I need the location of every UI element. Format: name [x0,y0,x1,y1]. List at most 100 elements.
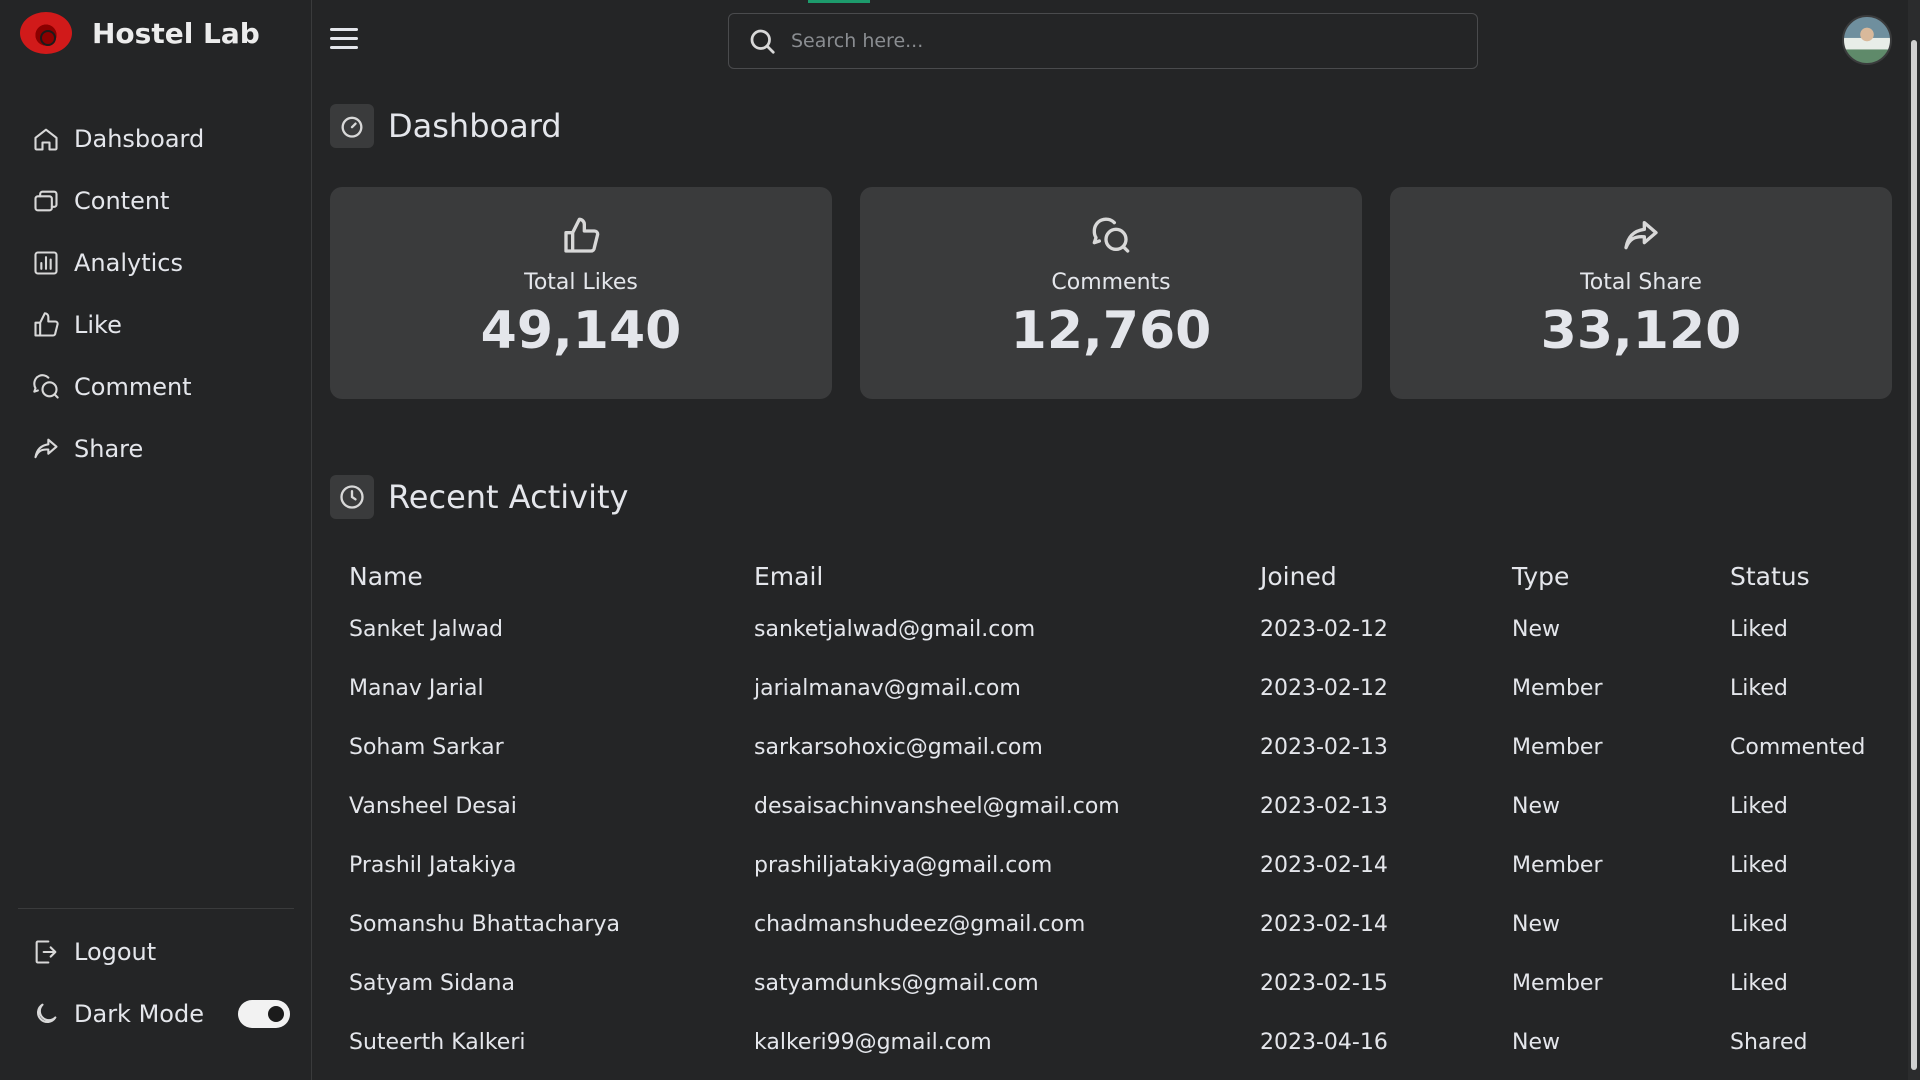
cell-status: Liked [1730,617,1788,642]
stat-value: 33,120 [1540,301,1742,361]
sidebar-item-dashboard[interactable]: Dahsboard [0,108,312,170]
comment-icon [1092,217,1130,253]
cell-joined: 2023-02-14 [1260,912,1388,937]
cell-status: Liked [1730,853,1788,878]
table-row[interactable]: Sanket Jalwad sanketjalwad@gmail.com 2023-… [330,600,1890,659]
app-name: Hostel Lab [92,16,260,50]
cell-joined: 2023-02-15 [1260,971,1388,996]
dark-mode-toggle[interactable] [238,1000,290,1028]
sidebar-item-label: Comment [74,373,192,401]
cell-status: Shared [1730,1030,1808,1055]
table-row[interactable]: Vansheel Desai desaisachinvansheel@gmail.… [330,777,1890,836]
cell-type: New [1512,1030,1560,1055]
column-header: Status [1730,561,1810,591]
stat-value: 12,760 [1010,301,1212,361]
cell-name: Suteerth Kalkeri [349,1030,526,1055]
table-row[interactable]: Prashil Jatakiya prashiljatakiya@gmail.co… [330,836,1890,895]
sidebar-item-label: Dahsboard [74,125,205,153]
dark-mode-label: Dark Mode [74,1000,204,1028]
sidebar-nav: Dahsboard Content Analytics Like Comment… [0,108,312,480]
cell-name: Somanshu Bhattacharya [349,912,620,937]
cell-status: Liked [1730,794,1788,819]
cell-status: Liked [1730,912,1788,937]
table-row[interactable]: Suteerth Kalkeri kalkeri99@gmail.com 2023-… [330,1013,1890,1072]
sidebar-item-label: Content [74,187,170,215]
comment-icon [33,374,59,399]
cell-type: Member [1512,853,1603,878]
cell-email: jarialmanav@gmail.com [754,676,1021,701]
user-avatar[interactable] [1842,15,1892,65]
cell-email: kalkeri99@gmail.com [754,1030,992,1055]
stat-card-shares: Total Share 33,120 [1390,187,1892,399]
sidebar-item-label: Like [74,311,122,339]
dashboard-header: Dashboard [330,104,562,148]
table-header-row: Name Email Joined Type Status [330,552,1890,600]
sidebar-bottom: Logout Dark Mode [18,908,294,1045]
app-logo[interactable]: Hostel Lab [20,12,260,54]
cell-name: Satyam Sidana [349,971,515,996]
page-title: Dashboard [388,107,562,145]
table-row[interactable]: Somanshu Bhattacharya chadmanshudeez@gmai… [330,895,1890,954]
share-icon [1624,221,1658,250]
search-bar[interactable] [728,13,1478,69]
cell-name: Soham Sarkar [349,735,504,760]
cell-type: New [1512,617,1560,642]
stat-label: Total Share [1580,270,1702,295]
activity-header: Recent Activity [330,475,628,519]
stat-label: Total Likes [524,270,638,295]
cell-type: New [1512,794,1560,819]
logout-icon [35,940,57,964]
cell-email: chadmanshudeez@gmail.com [754,912,1086,937]
cell-email: satyamdunks@gmail.com [754,971,1039,996]
share-icon [34,438,58,459]
cell-email: desaisachinvansheel@gmail.com [754,794,1120,819]
search-icon [750,29,775,54]
column-header: Joined [1260,561,1337,591]
bar-chart-icon [34,251,58,275]
column-header: Email [754,561,824,591]
sidebar-item-comment[interactable]: Comment [0,356,312,418]
cell-joined: 2023-02-13 [1260,794,1388,819]
column-header: Type [1512,561,1570,591]
cell-name: Vansheel Desai [349,794,517,819]
cell-email: prashiljatakiya@gmail.com [754,853,1053,878]
page-scrollbar[interactable] [1908,0,1920,1080]
sidebar-item-share[interactable]: Share [0,418,312,480]
cell-email: sanketjalwad@gmail.com [754,617,1036,642]
dark-mode-row: Dark Mode [18,983,294,1045]
stat-card-comments: Comments 12,760 [860,187,1362,399]
hamburger-icon [330,28,358,31]
column-header: Name [349,561,423,591]
stat-value: 49,140 [480,301,682,361]
moon-icon [36,1003,57,1024]
stat-label: Comments [1051,270,1171,295]
table-row[interactable]: Soham Sarkar sarkarsohoxic@gmail.com 2023-… [330,718,1890,777]
sidebar-item-analytics[interactable]: Analytics [0,232,312,294]
thumbs-up-icon [564,217,600,253]
home-icon [34,128,58,151]
table-row[interactable]: Satyam Sidana satyamdunks@gmail.com 2023-0… [330,954,1890,1013]
sidebar-item-like[interactable]: Like [0,294,312,356]
search-input[interactable] [791,30,1431,52]
cell-joined: 2023-02-12 [1260,617,1388,642]
stat-card-likes: Total Likes 49,140 [330,187,832,399]
cell-name: Prashil Jatakiya [349,853,517,878]
sidebar-item-content[interactable]: Content [0,170,312,232]
cell-status: Commented [1730,735,1866,760]
accent-indicator [808,0,870,3]
logout-button[interactable]: Logout [18,921,294,983]
clock-icon [330,475,374,519]
menu-toggle-button[interactable] [330,28,362,52]
cell-type: Member [1512,735,1603,760]
table-row[interactable]: Manav Jarial jarialmanav@gmail.com 2023-02… [330,659,1890,718]
logo-icon [20,12,72,54]
cell-joined: 2023-04-16 [1260,1030,1388,1055]
scrollbar-thumb[interactable] [1911,40,1917,1070]
activity-table: Name Email Joined Type Status Sanket Jal… [330,552,1890,1072]
cell-type: New [1512,912,1560,937]
cell-type: Member [1512,971,1603,996]
thumbs-up-icon [34,312,59,337]
logout-label: Logout [74,938,157,966]
cell-status: Liked [1730,971,1788,996]
cell-joined: 2023-02-12 [1260,676,1388,701]
